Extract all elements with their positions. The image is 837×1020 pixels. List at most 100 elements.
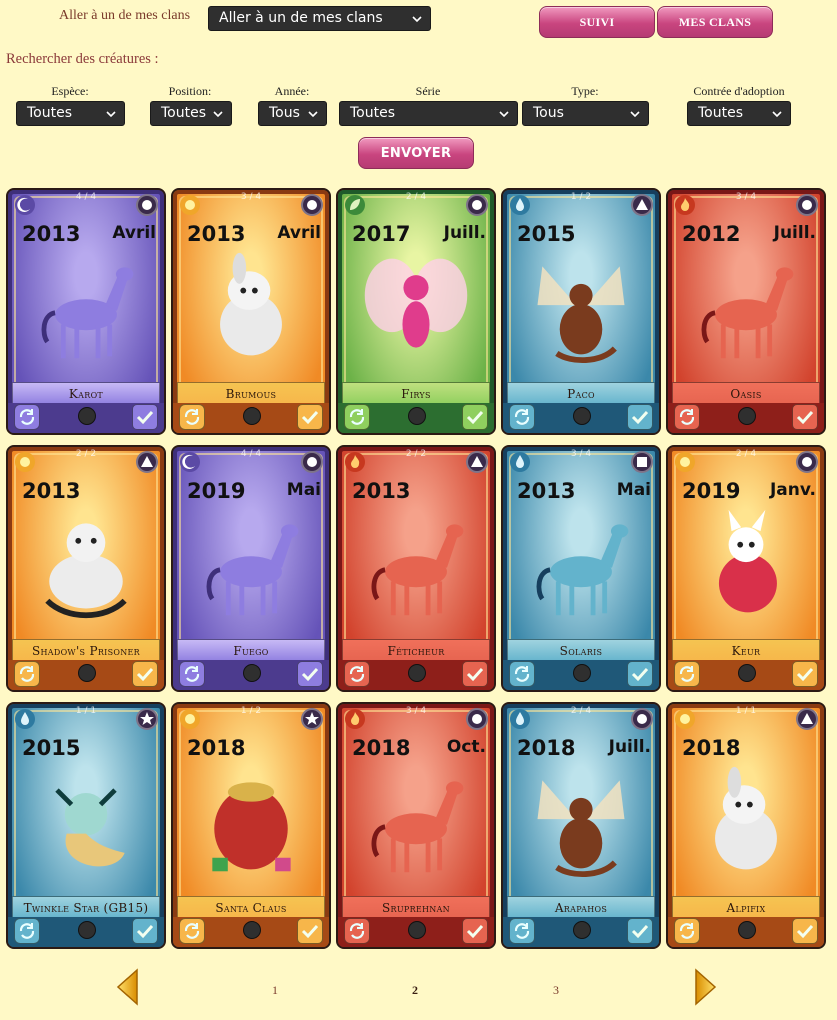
creature-card[interactable]: 3 / 4 2012 Juill. Oasis: [666, 188, 826, 435]
status-dot[interactable]: [738, 407, 756, 425]
checkmark-icon[interactable]: [792, 918, 818, 944]
card-bottom-bar: [338, 917, 494, 947]
refresh-icon[interactable]: [674, 918, 700, 944]
checkmark-icon[interactable]: [627, 404, 653, 430]
filter-select[interactable]: Tous: [522, 101, 649, 126]
card-bottom-bar: [668, 917, 824, 947]
creature-card[interactable]: 3 / 4 2013 Mai Solaris: [501, 445, 661, 692]
creature-card[interactable]: 3 / 4 2018 Oct. Sruprehnan: [336, 702, 496, 949]
chevron-down-icon: [499, 110, 509, 117]
refresh-icon[interactable]: [179, 404, 205, 430]
page-link-1[interactable]: 1: [272, 983, 278, 998]
checkmark-icon[interactable]: [297, 661, 323, 687]
checkmark-icon[interactable]: [792, 661, 818, 687]
card-bottom-bar: [173, 660, 329, 690]
status-dot[interactable]: [243, 664, 261, 682]
leaf-element-icon: [345, 195, 365, 215]
fire-element-icon: [345, 709, 365, 729]
star-rank-icon: [301, 708, 323, 730]
status-dot[interactable]: [78, 664, 96, 682]
next-page-arrow-icon[interactable]: [694, 968, 718, 1006]
checkmark-icon[interactable]: [462, 661, 488, 687]
filter-select[interactable]: Tous: [258, 101, 327, 126]
refresh-icon[interactable]: [509, 404, 535, 430]
previous-page-arrow-icon[interactable]: [115, 968, 139, 1006]
filter-select[interactable]: Toutes: [150, 101, 232, 126]
filter-select[interactable]: Toutes: [687, 101, 791, 126]
refresh-icon[interactable]: [14, 918, 40, 944]
creature-card[interactable]: 1 / 2 2015 Paco: [501, 188, 661, 435]
status-dot[interactable]: [408, 407, 426, 425]
checkmark-icon[interactable]: [627, 661, 653, 687]
checkmark-icon[interactable]: [132, 661, 158, 687]
status-dot[interactable]: [408, 921, 426, 939]
triangle-rank-icon: [631, 194, 653, 216]
refresh-icon[interactable]: [14, 661, 40, 687]
status-dot[interactable]: [573, 407, 591, 425]
creature-art: [523, 759, 639, 884]
status-dot[interactable]: [738, 921, 756, 939]
card-year: 2018: [517, 736, 576, 760]
creature-card[interactable]: 3 / 4 2013 Avril Brumous: [171, 188, 331, 435]
suivi-button[interactable]: SUIVI: [539, 6, 655, 38]
refresh-icon[interactable]: [14, 404, 40, 430]
page-link-3[interactable]: 3: [553, 983, 559, 998]
creature-card[interactable]: 2 / 4 2019 Janv. Keur: [666, 445, 826, 692]
circle-rank-icon: [301, 194, 323, 216]
checkmark-icon[interactable]: [132, 918, 158, 944]
card-bottom-bar: [503, 660, 659, 690]
water-element-icon: [510, 195, 530, 215]
creature-art: [523, 245, 639, 370]
status-dot[interactable]: [78, 921, 96, 939]
checkmark-icon[interactable]: [792, 404, 818, 430]
envoyer-button[interactable]: ENVOYER: [358, 137, 474, 169]
card-month: Janv.: [769, 480, 816, 500]
creature-card[interactable]: 2 / 2 2013 Féticheur: [336, 445, 496, 692]
refresh-icon[interactable]: [179, 918, 205, 944]
card-year: 2013: [352, 479, 411, 503]
chevron-down-icon: [412, 15, 422, 22]
chevron-down-icon: [630, 110, 640, 117]
checkmark-icon[interactable]: [132, 404, 158, 430]
sun-element-icon: [675, 709, 695, 729]
mes-clans-button[interactable]: MES CLANS: [657, 6, 773, 38]
status-dot[interactable]: [78, 407, 96, 425]
refresh-icon[interactable]: [509, 661, 535, 687]
card-month: Avril: [277, 223, 321, 243]
creature-card[interactable]: 2 / 4 2017 Juill. Firys: [336, 188, 496, 435]
refresh-icon[interactable]: [344, 404, 370, 430]
creature-card[interactable]: 4 / 4 2019 Mai Fuego: [171, 445, 331, 692]
creature-art: [28, 759, 144, 884]
checkmark-icon[interactable]: [297, 918, 323, 944]
checkmark-icon[interactable]: [627, 918, 653, 944]
filter-select[interactable]: Toutes: [339, 101, 518, 126]
status-dot[interactable]: [243, 921, 261, 939]
refresh-icon[interactable]: [509, 918, 535, 944]
filter-select-value: Toutes: [27, 105, 73, 121]
creature-card[interactable]: 1 / 1 2018 Alpifix: [666, 702, 826, 949]
status-dot[interactable]: [408, 664, 426, 682]
checkmark-icon[interactable]: [297, 404, 323, 430]
status-dot[interactable]: [573, 664, 591, 682]
refresh-icon[interactable]: [674, 661, 700, 687]
card-year: 2015: [22, 736, 81, 760]
refresh-icon[interactable]: [344, 661, 370, 687]
creature-card[interactable]: 1 / 1 2015 Twinkle Star (GB15): [6, 702, 166, 949]
creature-card[interactable]: 4 / 4 2013 Avril Karot: [6, 188, 166, 435]
creature-art: [688, 502, 804, 627]
refresh-icon[interactable]: [344, 918, 370, 944]
status-dot[interactable]: [243, 407, 261, 425]
creature-card[interactable]: 1 / 2 2018 Santa Claus: [171, 702, 331, 949]
creature-card[interactable]: 2 / 4 2018 Juill. Arapahos: [501, 702, 661, 949]
creature-card[interactable]: 2 / 2 2013 Shadow's Prisoner: [6, 445, 166, 692]
card-bottom-bar: [338, 660, 494, 690]
checkmark-icon[interactable]: [462, 918, 488, 944]
refresh-icon[interactable]: [674, 404, 700, 430]
filter-select[interactable]: Toutes: [16, 101, 125, 126]
status-dot[interactable]: [573, 921, 591, 939]
refresh-icon[interactable]: [179, 661, 205, 687]
clan-select[interactable]: Aller à un de mes clans: [208, 6, 431, 31]
status-dot[interactable]: [738, 664, 756, 682]
checkmark-icon[interactable]: [462, 404, 488, 430]
clan-select-value: Aller à un de mes clans: [219, 10, 383, 26]
